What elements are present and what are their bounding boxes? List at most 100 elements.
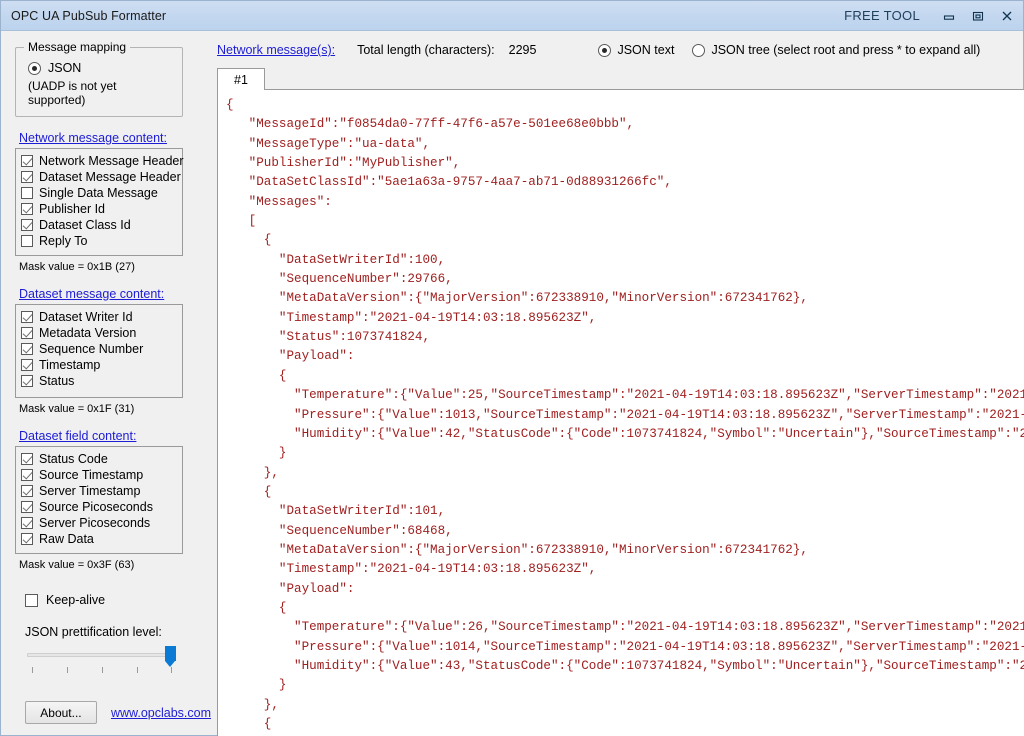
checkbox-reply-to[interactable]: Reply To [21, 233, 178, 248]
checkbox-label: Dataset Class Id [39, 218, 131, 232]
checkbox-icon[interactable] [21, 359, 33, 371]
network-message-content-list: Network Message Header Dataset Message H… [15, 148, 183, 256]
total-length-label: Total length (characters): [357, 43, 495, 57]
checkbox-icon[interactable] [21, 485, 33, 497]
dataset-message-content-list: Dataset Writer Id Metadata Version Seque… [15, 304, 183, 398]
checkbox-label: Status [39, 374, 74, 388]
checkbox-label: Dataset Writer Id [39, 310, 133, 324]
checkbox-server-timestamp[interactable]: Server Timestamp [21, 483, 178, 498]
checkbox-icon[interactable] [21, 533, 33, 545]
checkbox-icon[interactable] [21, 343, 33, 355]
message-mapping-title: Message mapping [24, 40, 130, 54]
checkbox-icon[interactable] [21, 235, 33, 247]
network-messages-link[interactable]: Network message(s): [217, 43, 335, 57]
checkbox-icon[interactable] [21, 501, 33, 513]
slider-track[interactable] [27, 653, 175, 657]
radio-json-text-icon[interactable] [598, 44, 611, 57]
json-text-panel: { "MessageId":"f0854da0-77ff-47f6-a57e-5… [217, 89, 1024, 736]
checkbox-icon[interactable] [21, 375, 33, 387]
checkbox-source-picoseconds[interactable]: Source Picoseconds [21, 499, 178, 514]
checkbox-icon[interactable] [21, 453, 33, 465]
network-message-mask-value: Mask value = 0x1B (27) [19, 261, 211, 273]
about-button[interactable]: About... [25, 701, 97, 724]
minimize-icon[interactable] [934, 5, 963, 27]
slider-ticks [27, 667, 175, 674]
keep-alive-row[interactable]: Keep-alive [25, 593, 211, 607]
checkbox-label: Publisher Id [39, 202, 105, 216]
checkbox-metadata-version[interactable]: Metadata Version [21, 325, 178, 340]
message-mapping-group: Message mapping JSON (UADP is not yet su… [15, 47, 183, 117]
checkbox-icon[interactable] [21, 171, 33, 183]
checkbox-server-picoseconds[interactable]: Server Picoseconds [21, 515, 178, 530]
checkbox-icon[interactable] [21, 203, 33, 215]
checkbox-label: Source Timestamp [39, 468, 143, 482]
checkbox-label: Dataset Message Header [39, 170, 181, 184]
checkbox-icon[interactable] [21, 517, 33, 529]
settings-sidebar: Message mapping JSON (UADP is not yet su… [1, 31, 211, 736]
total-length-value: 2295 [509, 43, 537, 57]
close-icon[interactable] [992, 5, 1021, 27]
uadp-note: (UADP is not yet supported) [28, 79, 174, 107]
main-content: Message mapping JSON (UADP is not yet su… [1, 31, 1023, 736]
checkbox-label: Single Data Message [39, 186, 158, 200]
checkbox-status[interactable]: Status [21, 373, 178, 388]
checkbox-dataset-writer-id[interactable]: Dataset Writer Id [21, 309, 178, 324]
checkbox-publisher-id[interactable]: Publisher Id [21, 201, 178, 216]
radio-json-label: JSON [48, 61, 81, 75]
checkbox-label: Metadata Version [39, 326, 136, 340]
sidebar-footer: About... www.opclabs.com [25, 701, 211, 724]
radio-json-icon[interactable] [28, 62, 41, 75]
checkbox-label: Network Message Header [39, 154, 184, 168]
slider-thumb[interactable] [165, 646, 176, 661]
checkbox-source-timestamp[interactable]: Source Timestamp [21, 467, 178, 482]
checkbox-label: Sequence Number [39, 342, 143, 356]
json-text-content[interactable]: { "MessageId":"f0854da0-77ff-47f6-a57e-5… [218, 90, 1024, 736]
checkbox-keep-alive-icon[interactable] [25, 594, 38, 607]
checkbox-icon[interactable] [21, 155, 33, 167]
checkbox-icon[interactable] [21, 311, 33, 323]
message-viewer-pane: Network message(s): Total length (charac… [211, 31, 1024, 736]
checkbox-status-code[interactable]: Status Code [21, 451, 178, 466]
free-tool-badge: FREE TOOL [844, 8, 920, 23]
checkbox-dataset-message-header[interactable]: Dataset Message Header [21, 169, 178, 184]
prettification-slider-label: JSON prettification level: [25, 625, 211, 639]
checkbox-label: Source Picoseconds [39, 500, 153, 514]
opclabs-website-link[interactable]: www.opclabs.com [111, 706, 211, 720]
tab-message-1[interactable]: #1 [217, 68, 265, 90]
dataset-message-mask-value: Mask value = 0x1F (31) [19, 403, 211, 415]
mapping-json-radio-row[interactable]: JSON [28, 61, 174, 75]
prettification-slider[interactable] [27, 645, 187, 675]
checkbox-label: Server Picoseconds [39, 516, 150, 530]
checkbox-label: Status Code [39, 452, 108, 466]
radio-json-text[interactable]: JSON text [598, 43, 674, 57]
radio-json-text-label: JSON text [617, 43, 674, 57]
checkbox-label: Reply To [39, 234, 87, 248]
checkbox-timestamp[interactable]: Timestamp [21, 357, 178, 372]
checkbox-raw-data[interactable]: Raw Data [21, 531, 178, 546]
viewer-toolbar: Network message(s): Total length (charac… [215, 39, 1024, 61]
checkbox-label: Timestamp [39, 358, 100, 372]
checkbox-dataset-class-id[interactable]: Dataset Class Id [21, 217, 178, 232]
checkbox-sequence-number[interactable]: Sequence Number [21, 341, 178, 356]
network-message-content-link[interactable]: Network message content: [19, 131, 167, 145]
checkbox-icon[interactable] [21, 187, 33, 199]
checkbox-single-data-message[interactable]: Single Data Message [21, 185, 178, 200]
title-bar-right: FREE TOOL [844, 5, 1021, 27]
dataset-field-content-link[interactable]: Dataset field content: [19, 429, 136, 443]
view-mode-options: JSON text JSON tree (select root and pre… [598, 43, 980, 57]
dataset-field-mask-value: Mask value = 0x3F (63) [19, 559, 211, 571]
radio-json-tree-icon[interactable] [692, 44, 705, 57]
dataset-message-content-link[interactable]: Dataset message content: [19, 287, 164, 301]
message-tabs: #1 [217, 67, 1024, 89]
window-title: OPC UA PubSub Formatter [11, 9, 166, 23]
checkbox-label: Server Timestamp [39, 484, 140, 498]
radio-json-tree[interactable]: JSON tree (select root and press * to ex… [692, 43, 980, 57]
checkbox-network-message-header[interactable]: Network Message Header [21, 153, 178, 168]
checkbox-icon[interactable] [21, 469, 33, 481]
app-window: OPC UA PubSub Formatter FREE TOOL [0, 0, 1024, 736]
checkbox-label: Raw Data [39, 532, 94, 546]
checkbox-icon[interactable] [21, 327, 33, 339]
checkbox-icon[interactable] [21, 219, 33, 231]
restore-icon[interactable] [963, 5, 992, 27]
title-bar: OPC UA PubSub Formatter FREE TOOL [1, 1, 1023, 31]
